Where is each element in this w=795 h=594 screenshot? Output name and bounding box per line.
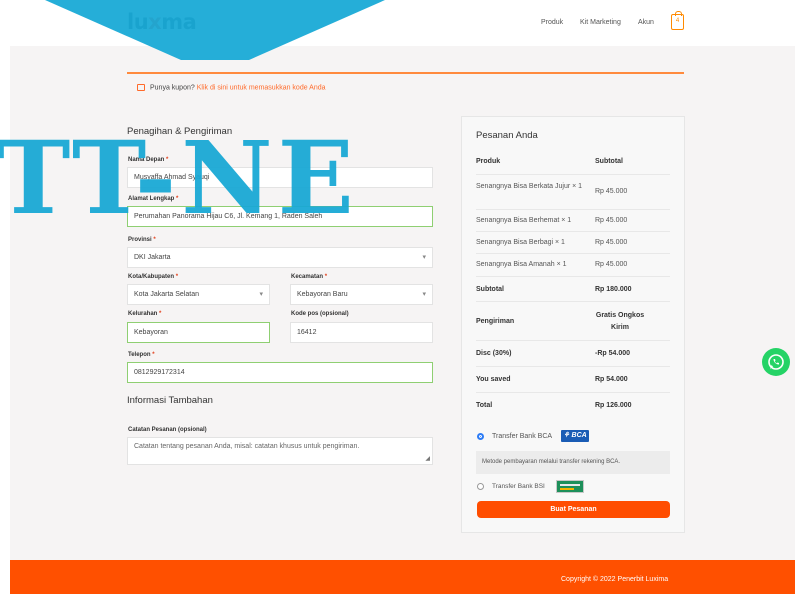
district-select[interactable]: Kebayoran Baru — [290, 284, 433, 305]
subtotal-label: Subtotal — [476, 286, 504, 293]
coupon-prompt: Punya kupon? — [150, 84, 195, 92]
order-title: Pesanan Anda — [476, 130, 538, 141]
item-price: Rp 45.000 — [595, 188, 628, 195]
province-label: Provinsi * — [128, 237, 156, 243]
bca-label[interactable]: Transfer Bank BCA — [492, 433, 552, 440]
first-name-label: Nama Depan * — [128, 157, 169, 163]
whatsapp-icon[interactable] — [762, 348, 790, 376]
col-subtotal: Subtotal — [595, 158, 623, 165]
district-label: Kecamatan * — [291, 274, 328, 280]
coupon-divider — [127, 72, 684, 74]
city-label: Kota/Kabupaten * — [128, 274, 179, 280]
saved-value: Rp 54.000 — [595, 376, 628, 383]
discount-label: Disc (30%) — [476, 350, 512, 357]
item-name: Senangnya Bisa Amanah × 1 — [476, 261, 567, 268]
place-order-button[interactable]: Buat Pesanan — [477, 501, 670, 518]
bca-radio[interactable] — [477, 433, 484, 440]
coupon-notice: Punya kupon? Klik di sini untuk memasukk… — [137, 84, 326, 91]
village-label: Kelurahan * — [128, 311, 162, 317]
address-field[interactable]: Perumahan Panorama Hijau C6, Jl. Kemang … — [127, 206, 433, 227]
subtotal-value: Rp 180.000 — [595, 286, 632, 293]
nav-produk[interactable]: Produk — [541, 19, 563, 26]
total-value: Rp 126.000 — [595, 402, 632, 409]
postcode-label: Kode pos (opsional) — [291, 311, 349, 317]
item-name: Senangnya Bisa Berbagi × 1 — [476, 239, 565, 246]
bca-description: Metode pembayaran melalui transfer reken… — [476, 451, 670, 474]
order-notes-textarea[interactable]: Catatan tentang pesanan Anda, misal: cat… — [127, 437, 433, 465]
order-notes-label: Catatan Pesanan (opsional) — [128, 427, 207, 433]
postcode-field[interactable]: 16412 — [290, 322, 433, 343]
order-header-row — [476, 150, 670, 175]
shipping-label: Pengiriman — [476, 318, 515, 325]
copyright-text: Copyright © 2022 Penerbit Luxima — [561, 576, 669, 583]
bca-logo: ⚘ BCA — [561, 430, 589, 442]
site-footer — [10, 560, 795, 594]
phone-field[interactable]: 0812929172314 — [127, 362, 433, 383]
first-name-field[interactable]: Musyaffa Ahmad Syauqi — [127, 167, 433, 188]
item-price: Rp 45.000 — [595, 261, 628, 268]
nav-kit-marketing[interactable]: Kit Marketing — [580, 19, 621, 26]
col-product: Produk — [476, 158, 501, 165]
cart-icon[interactable]: 4 — [671, 11, 684, 30]
item-name: Senangnya Bisa Berhemat × 1 — [476, 217, 572, 224]
province-select[interactable]: DKI Jakarta — [127, 247, 433, 268]
bsi-radio[interactable] — [477, 483, 484, 490]
item-price: Rp 45.000 — [595, 217, 628, 224]
saved-label: You saved — [476, 376, 511, 383]
billing-title: Penagihan & Pengiriman — [127, 126, 233, 137]
coupon-icon — [137, 84, 145, 91]
coupon-link[interactable]: Klik di sini untuk memasukkan kode Anda — [197, 84, 326, 91]
subtotal-row — [476, 277, 670, 302]
item-name: Senangnya Bisa Berkata Jujur × 1 — [476, 183, 583, 190]
bsi-label[interactable]: Transfer Bank BSI — [492, 483, 545, 490]
additional-info-title: Informasi Tambahan — [127, 395, 213, 406]
resize-grip-icon[interactable]: ◢ — [425, 456, 430, 462]
city-select[interactable]: Kota Jakarta Selatan — [127, 284, 270, 305]
cart-count: 4 — [675, 18, 680, 24]
phone-label: Telepon * — [128, 352, 155, 358]
shipping-value: Gratis Ongkos Kirim — [595, 312, 645, 331]
total-label: Total — [476, 402, 493, 409]
nav-akun[interactable]: Akun — [638, 19, 654, 26]
item-price: Rp 45.000 — [595, 239, 628, 246]
village-field[interactable]: Kebayoran — [127, 322, 270, 343]
address-label: Alamat Lengkap * — [128, 196, 179, 202]
bsi-logo — [556, 480, 584, 493]
discount-value: -Rp 54.000 — [595, 350, 631, 357]
